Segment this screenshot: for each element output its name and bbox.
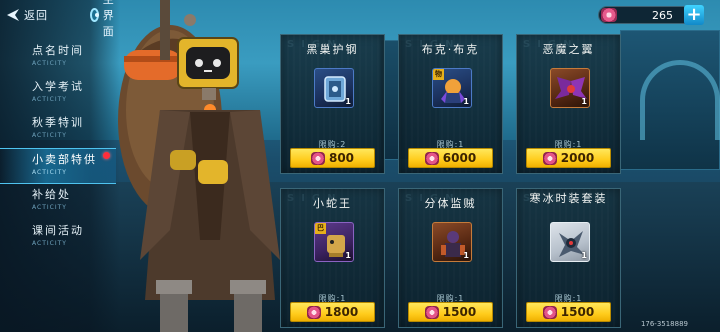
gem-currency-icon xyxy=(424,305,439,319)
item-name: 寒冰时装套装 xyxy=(529,192,608,205)
item-name: 布克·布克 xyxy=(421,43,480,56)
item-count: 1 xyxy=(345,251,351,260)
menu-item-shop-special[interactable]: 小卖部特供 ACTICITY xyxy=(0,148,116,184)
price: 1800 xyxy=(324,305,359,319)
back-button[interactable]: 返回 xyxy=(6,5,48,25)
item-icon-frame: 物 1 xyxy=(432,68,472,108)
price: 2000 xyxy=(560,151,595,165)
back-arrow-icon xyxy=(7,9,19,21)
item-tag: 巴 xyxy=(315,223,326,234)
buy-button[interactable]: 6000 xyxy=(408,148,493,168)
buy-button[interactable]: 2000 xyxy=(526,148,611,168)
shop-item-card[interactable]: SIGN 分体监贼 1 限购:1 1500 xyxy=(398,188,503,328)
item-count: 1 xyxy=(463,251,469,260)
character-illustration xyxy=(118,0,280,332)
background-arch xyxy=(640,60,720,140)
item-tag: 物 xyxy=(433,69,444,80)
menu-item-roll-call[interactable]: 点名时间 ACTICITY xyxy=(0,40,116,76)
item-icon-frame: 1 xyxy=(314,68,354,108)
item-icon-frame: 1 xyxy=(432,222,472,262)
item-count: 1 xyxy=(345,97,351,106)
item-name: 黑巢护钢 xyxy=(306,43,359,56)
gem-currency-icon xyxy=(310,151,325,165)
activity-menu: 点名时间 ACTICITY 入学考试 ACTICITY 秋季特训 ACTICIT… xyxy=(0,40,116,256)
shop-item-card[interactable]: SIGN 布克·布克 物 1 限购:1 6000 xyxy=(398,34,503,174)
gem-currency-icon xyxy=(542,305,557,319)
gem-currency-icon xyxy=(306,305,321,319)
item-icon-frame: 1 xyxy=(550,222,590,262)
item-count: 1 xyxy=(581,97,587,106)
item-icon-frame: 1 xyxy=(550,68,590,108)
currency-display: 265 + xyxy=(598,5,704,25)
item-count: 1 xyxy=(463,97,469,106)
shop-item-card[interactable]: SIGN 恶魔之翼 1 限购:1 2000 xyxy=(516,34,621,174)
shop-item-card[interactable]: SIGN 寒冰时装套装 1 限购:1 1500 xyxy=(516,188,621,328)
item-name: 分体监贼 xyxy=(424,197,477,210)
item-icon-frame: 巴 1 xyxy=(314,222,354,262)
gem-currency-icon xyxy=(542,151,557,165)
price: 1500 xyxy=(560,305,595,319)
back-label: 返回 xyxy=(24,9,48,22)
price: 800 xyxy=(328,151,355,165)
buy-button[interactable]: 800 xyxy=(290,148,375,168)
item-name: 小蛇王 xyxy=(313,197,352,210)
shop-item-card[interactable]: SIGN 黑巢护钢 1 限购:2 800 xyxy=(280,34,385,174)
shop-item-card[interactable]: SIGN 小蛇王 巴 1 限购:1 1800 xyxy=(280,188,385,328)
buy-button[interactable]: 1500 xyxy=(408,302,493,322)
menu-item-autumn-training[interactable]: 秋季特训 ACTICITY xyxy=(0,112,116,148)
currency-value: 265 xyxy=(652,9,673,22)
menu-item-recess[interactable]: 课间活动 ACTICITY xyxy=(0,220,116,256)
price: 1500 xyxy=(442,305,477,319)
price: 6000 xyxy=(442,151,477,165)
buy-button[interactable]: 1800 xyxy=(290,302,375,322)
item-name: 恶魔之翼 xyxy=(542,43,595,56)
home-icon xyxy=(90,8,99,22)
menu-item-supply[interactable]: 补给处 ACTICITY xyxy=(0,184,116,220)
gem-currency-icon xyxy=(601,8,617,22)
buy-button[interactable]: 1500 xyxy=(526,302,611,322)
user-id: 176-3518889 xyxy=(640,320,688,328)
add-currency-button[interactable]: + xyxy=(684,5,704,25)
menu-item-entrance-exam[interactable]: 入学考试 ACTICITY xyxy=(0,76,116,112)
item-count: 1 xyxy=(581,251,587,260)
gem-currency-icon xyxy=(424,151,439,165)
